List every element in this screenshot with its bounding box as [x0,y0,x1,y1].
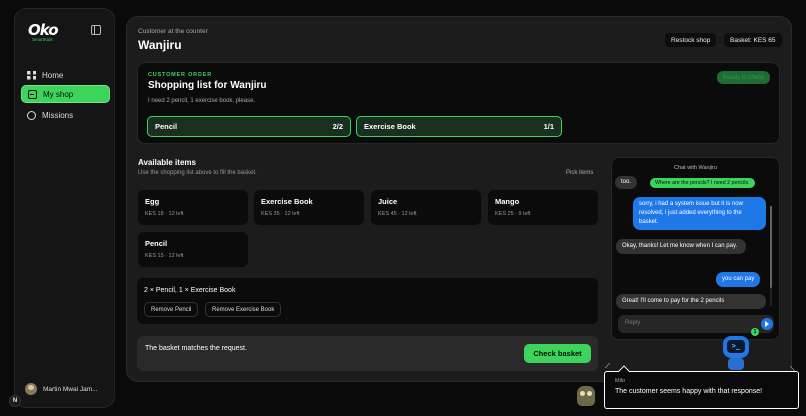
app-root: Oko SmartKids Home My shop Missions Mart… [0,0,806,416]
page-subtitle: Customer at the counter [138,28,208,35]
order-item-exercise-book: Exercise Book 1/1 [356,116,562,137]
chat-title: Chat with Wanjiru [674,165,717,171]
corner-badge[interactable]: N [9,395,21,407]
product-meta: KES 25 · 9 left [495,211,531,217]
basket-status-text: The basket matches the request. [145,345,247,352]
product-card-mango[interactable]: Mango KES 25 · 9 left [488,190,598,225]
basket-total-button[interactable]: Basket: KES 65 [724,33,782,47]
mascot-speech-bubble: Milo The customer seems happy with that … [604,365,799,409]
basket-card: 2 × Pencil, 1 × Exercise Book Remove Pen… [137,278,598,324]
remove-pencil-button[interactable]: Remove Pencil [144,302,199,317]
grid-icon [27,70,36,80]
customer-order-card: CUSTOMER ORDER Shopping list for Wanjiru… [137,62,780,144]
product-meta: KES 35 · 12 left [261,211,300,217]
product-card-juice[interactable]: Juice KES 45 · 12 left [371,190,481,225]
robot-head: >_ [723,336,749,358]
robot-body [728,358,744,370]
send-icon[interactable] [761,318,773,330]
order-item-count: 1/1 [543,122,554,131]
chat-message-customer: Great! I'll come to pay for the 2 pencil… [616,294,766,309]
page-title: Wanjiru [138,38,182,52]
chat-message-customer: Okay, thanks! Let me know when I can pay… [616,239,746,254]
chat-message-me: sorry, i had a system issue but it is no… [633,197,766,230]
order-kicker: CUSTOMER ORDER [148,72,212,78]
mascot-message: The customer seems happy with that respo… [615,388,763,395]
product-name: Mango [495,197,520,206]
order-item-name: Exercise Book [364,122,416,131]
sidebar: Oko SmartKids Home My shop Missions Mart… [14,8,115,408]
chat-scrollbar[interactable] [770,206,772,306]
target-icon [27,110,36,120]
owl-mascot-icon [577,386,595,406]
avatar [25,383,37,395]
product-name: Juice [378,197,398,206]
product-name: Pencil [145,239,168,248]
basket-summary: 2 × Pencil, 1 × Exercise Book [144,287,236,294]
product-name: Exercise Book [261,197,313,206]
available-items-title: Available items [138,158,196,167]
user-profile[interactable]: Martin Mwai Jam... [25,383,98,395]
sidebar-item-missions[interactable]: Missions [21,106,110,124]
sidebar-item-home[interactable]: Home [21,66,110,84]
user-name: Martin Mwai Jam... [43,385,98,393]
check-basket-button[interactable]: Check basket [524,344,591,363]
product-card-pencil[interactable]: Pencil KES 15 · 12 left [138,232,248,267]
order-item-count: 2/2 [332,122,343,131]
restock-button[interactable]: Restock shop [665,33,717,47]
chat-message-me: you can pay [716,272,761,287]
sidebar-item-label: My shop [43,89,74,99]
basket-status-bar: The basket matches the request. Check ba… [137,336,598,371]
chat-highlight-note: Where are the pencils? I need 2 pencils. [650,178,755,188]
chat-message-customer: too. [615,176,638,189]
available-items-subtitle: Use the shopping list above to fill the … [138,170,257,176]
sidebar-item-label: Missions [42,110,74,120]
product-card-egg[interactable]: Egg KES 18 · 12 left [138,190,248,225]
chat-panel: Chat with Wanjiru too. Where are the pen… [611,157,780,340]
sparkle-icon: ⟍ [790,366,795,373]
chat-scrollbar-thumb[interactable] [770,206,772,288]
sidebar-item-my-shop[interactable]: My shop [21,85,110,103]
robot-mascot-icon[interactable]: >_ [718,336,754,372]
product-name: Egg [145,197,160,206]
remove-exercise-book-button[interactable]: Remove Exercise Book [205,302,282,317]
ready-to-check-badge: Ready to check [716,71,770,84]
order-description: I need 2 pencil, 1 exercise book, please… [148,98,256,104]
product-card-exercise-book[interactable]: Exercise Book KES 35 · 12 left [254,190,364,225]
pick-items-label: Pick items [566,170,594,176]
logo-text: Oko [28,21,59,39]
product-meta: KES 15 · 12 left [145,253,184,259]
sidebar-collapse-icon[interactable] [91,25,101,35]
shop-icon [28,89,37,99]
sparkle-icon: ⟋ [605,363,610,370]
unread-badge: 1 [751,328,759,336]
order-item-name: Pencil [155,122,178,131]
robot-face: >_ [727,340,745,353]
order-item-pencil: Pencil 2/2 [147,116,351,137]
logo[interactable]: Oko SmartKids [28,23,62,43]
product-meta: KES 45 · 12 left [378,211,417,217]
order-title: Shopping list for Wanjiru [148,80,267,91]
sidebar-item-label: Home [42,70,64,80]
product-meta: KES 18 · 12 left [145,211,184,217]
mascot-name: Milo [615,378,626,384]
